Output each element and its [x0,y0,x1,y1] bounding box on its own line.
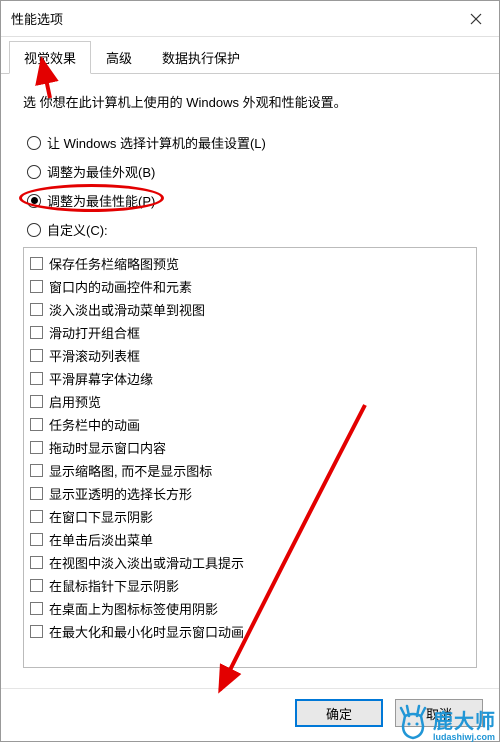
checkbox-label: 在单击后淡出菜单 [49,530,153,549]
checkbox-icon [30,602,43,615]
checkbox-item[interactable]: 在视图中淡入淡出或滑动工具提示 [30,551,470,574]
checkbox-label: 显示亚透明的选择长方形 [49,484,192,503]
radio-group: 让 Windows 选择计算机的最佳设置(L) 调整为最佳外观(B) 调整为最佳… [23,133,477,239]
checkbox-list[interactable]: 保存任务栏缩略图预览窗口内的动画控件和元素淡入淡出或滑动菜单到视图滑动打开组合框… [23,247,477,668]
cancel-button[interactable]: 取消 [395,699,483,727]
checkbox-label: 滑动打开组合框 [49,323,140,342]
checkbox-item[interactable]: 滑动打开组合框 [30,321,470,344]
checkbox-item[interactable]: 淡入淡出或滑动菜单到视图 [30,298,470,321]
radio-best-performance[interactable]: 调整为最佳性能(P) [27,191,477,210]
checkbox-icon [30,395,43,408]
radio-icon [27,223,41,237]
checkbox-item[interactable]: 在最大化和最小化时显示窗口动画 [30,620,470,643]
checkbox-label: 显示缩略图, 而不是显示图标 [49,461,212,480]
checkbox-item[interactable]: 在鼠标指针下显示阴影 [30,574,470,597]
checkbox-icon [30,487,43,500]
checkbox-icon [30,418,43,431]
checkbox-label: 平滑屏幕字体边缘 [49,369,153,388]
checkbox-label: 拖动时显示窗口内容 [49,438,166,457]
checkbox-label: 在窗口下显示阴影 [49,507,153,526]
checkbox-item[interactable]: 窗口内的动画控件和元素 [30,275,470,298]
checkbox-label: 启用预览 [49,392,101,411]
checkbox-label: 在视图中淡入淡出或滑动工具提示 [49,553,244,572]
checkbox-icon [30,533,43,546]
checkbox-icon [30,303,43,316]
radio-best-appearance[interactable]: 调整为最佳外观(B) [27,162,477,181]
tab-visual-effects[interactable]: 视觉效果 [9,41,91,74]
radio-custom[interactable]: 自定义(C): [27,220,477,239]
checkbox-label: 任务栏中的动画 [49,415,140,434]
checkbox-item[interactable]: 平滑屏幕字体边缘 [30,367,470,390]
checkbox-icon [30,372,43,385]
checkbox-label: 在桌面上为图标标签使用阴影 [49,599,218,618]
tab-content: 选 你想在此计算机上使用的 Windows 外观和性能设置。 让 Windows… [1,74,499,688]
checkbox-item[interactable]: 在单击后淡出菜单 [30,528,470,551]
checkbox-label: 在鼠标指针下显示阴影 [49,576,179,595]
checkbox-icon [30,326,43,339]
radio-icon [27,165,41,179]
performance-options-window: 性能选项 视觉效果 高级 数据执行保护 选 你想在此计算机上使用的 Window… [0,0,500,742]
checkbox-label: 窗口内的动画控件和元素 [49,277,192,296]
checkbox-item[interactable]: 显示亚透明的选择长方形 [30,482,470,505]
checkbox-item[interactable]: 启用预览 [30,390,470,413]
tab-advanced[interactable]: 高级 [91,41,147,73]
checkbox-item[interactable]: 任务栏中的动画 [30,413,470,436]
checkbox-icon [30,280,43,293]
checkbox-icon [30,441,43,454]
titlebar: 性能选项 [1,1,499,37]
close-button[interactable] [453,1,499,37]
button-bar: 确定 取消 [1,688,499,741]
checkbox-icon [30,579,43,592]
checkbox-item[interactable]: 在窗口下显示阴影 [30,505,470,528]
checkbox-icon [30,464,43,477]
ok-button[interactable]: 确定 [295,699,383,727]
radio-icon [27,194,41,208]
checkbox-item[interactable]: 在桌面上为图标标签使用阴影 [30,597,470,620]
checkbox-item[interactable]: 显示缩略图, 而不是显示图标 [30,459,470,482]
tab-dep[interactable]: 数据执行保护 [147,41,255,73]
checkbox-item[interactable]: 拖动时显示窗口内容 [30,436,470,459]
tab-bar: 视觉效果 高级 数据执行保护 [1,37,499,74]
window-title: 性能选项 [11,9,63,28]
checkbox-label: 在最大化和最小化时显示窗口动画 [49,622,244,641]
checkbox-item[interactable]: 保存任务栏缩略图预览 [30,252,470,275]
description-text: 选 你想在此计算机上使用的 Windows 外观和性能设置。 [23,92,477,111]
checkbox-icon [30,349,43,362]
radio-icon [27,136,41,150]
checkbox-item[interactable]: 平滑滚动列表框 [30,344,470,367]
checkbox-label: 淡入淡出或滑动菜单到视图 [49,300,205,319]
checkbox-icon [30,625,43,638]
checkbox-icon [30,257,43,270]
checkbox-icon [30,510,43,523]
close-icon [470,13,482,25]
checkbox-icon [30,556,43,569]
checkbox-label: 平滑滚动列表框 [49,346,140,365]
radio-let-windows-choose[interactable]: 让 Windows 选择计算机的最佳设置(L) [27,133,477,152]
checkbox-label: 保存任务栏缩略图预览 [49,254,179,273]
